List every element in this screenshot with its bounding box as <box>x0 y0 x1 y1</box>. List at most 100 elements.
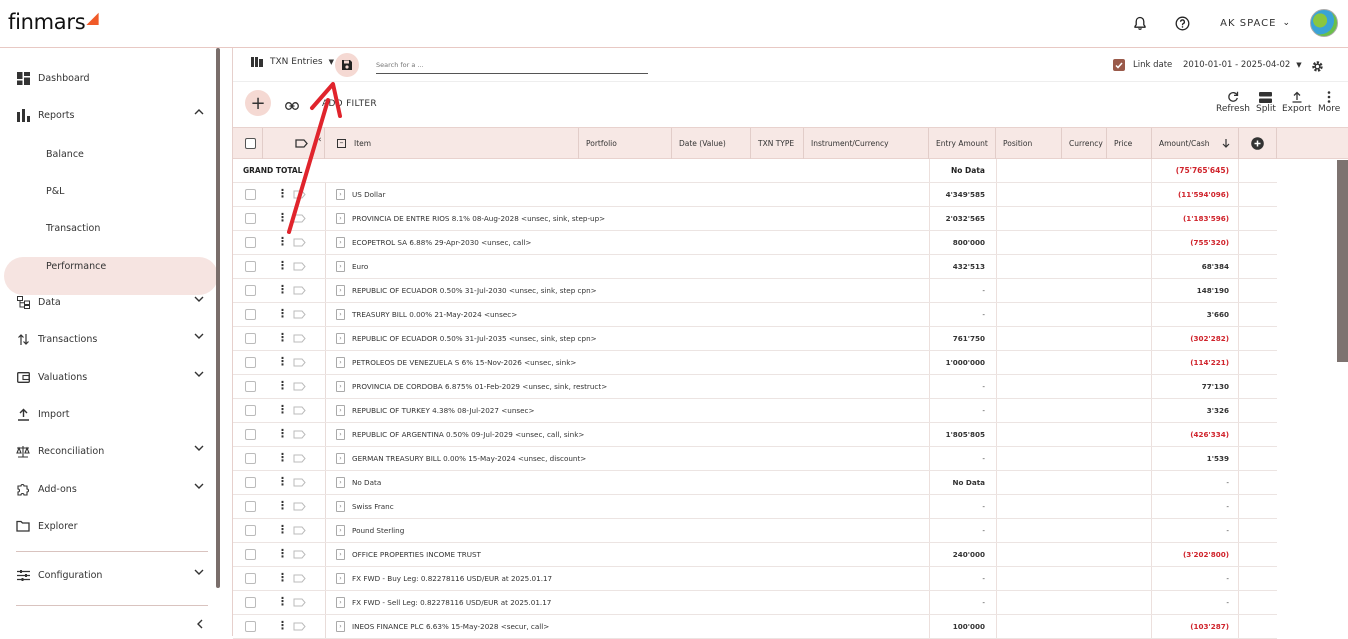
row-checkbox[interactable] <box>245 333 256 344</box>
row-checkbox[interactable] <box>245 597 256 608</box>
table-row[interactable]: ⋮ › TREASURY BILL 0.00% 21-May-2024 <unsec… <box>233 303 1277 327</box>
column-header-entry-amount[interactable]: Entry Amount <box>929 128 996 159</box>
row-checkbox[interactable] <box>245 309 256 320</box>
expand-row-icon[interactable]: › <box>336 213 345 224</box>
expand-row-icon[interactable]: › <box>336 309 345 320</box>
add-column-button[interactable] <box>1239 128 1277 159</box>
expand-row-icon[interactable]: › <box>336 573 345 584</box>
sidebar-item-import[interactable]: Import <box>0 396 216 432</box>
more-vert-icon[interactable]: ⋮ <box>277 427 288 441</box>
arrow-down-icon[interactable] <box>1222 138 1230 150</box>
space-selector[interactable]: AK SPACE <box>1220 18 1276 29</box>
tag-icon[interactable] <box>293 286 306 297</box>
link-icon[interactable] <box>285 95 299 114</box>
row-checkbox[interactable] <box>245 621 256 632</box>
sidebar-subitem-pnl[interactable]: P&L <box>46 186 64 197</box>
help-icon[interactable] <box>1170 11 1194 35</box>
more-vert-icon[interactable]: ⋮ <box>277 523 288 537</box>
finmars-logo[interactable]: finmars◢ <box>8 8 99 34</box>
bell-icon[interactable] <box>1128 11 1152 35</box>
more-vert-icon[interactable]: ⋮ <box>277 547 288 561</box>
table-row[interactable]: ⋮ › No Data No Data - <box>233 471 1277 495</box>
sidebar-item-reconciliation[interactable]: Reconciliation <box>0 433 216 469</box>
chevron-left-icon[interactable]: ‹ <box>318 135 322 145</box>
avatar[interactable] <box>1310 9 1338 37</box>
row-checkbox[interactable] <box>245 237 256 248</box>
more-vert-icon[interactable]: ⋮ <box>277 403 288 417</box>
sidebar-item-configuration[interactable]: Configuration <box>0 557 216 593</box>
expand-row-icon[interactable]: › <box>336 477 345 488</box>
expand-row-icon[interactable]: › <box>336 549 345 560</box>
save-layout-button[interactable] <box>335 53 359 77</box>
tag-icon[interactable] <box>293 214 306 225</box>
tag-icon[interactable] <box>293 478 306 489</box>
date-range-selector[interactable]: 2010-01-01 - 2025-04-02 ▼ <box>1183 60 1302 70</box>
expand-row-icon[interactable]: › <box>336 597 345 608</box>
expand-row-icon[interactable]: › <box>336 237 345 248</box>
tag-icon[interactable] <box>293 190 306 201</box>
table-row[interactable]: ⋮ › Swiss Franc - - <box>233 495 1277 519</box>
add-button[interactable]: + <box>245 90 271 116</box>
layout-selector[interactable]: TXN Entries ▼ <box>251 57 334 67</box>
refresh-button[interactable]: Refresh <box>1216 90 1250 114</box>
sidebar-subitem-transaction[interactable]: Transaction <box>46 223 100 234</box>
search-input[interactable] <box>376 57 648 74</box>
split-button[interactable]: Split <box>1256 90 1276 114</box>
tag-icon[interactable] <box>293 550 306 561</box>
row-checkbox[interactable] <box>245 285 256 296</box>
row-checkbox[interactable] <box>245 453 256 464</box>
column-header-date[interactable]: Date (Value) <box>672 128 751 159</box>
table-row[interactable]: ⋮ › REPUBLIC OF ECUADOR 0.50% 31-Jul-2030 … <box>233 279 1277 303</box>
sidebar-item-data[interactable]: Data <box>0 284 216 320</box>
table-row[interactable]: ⋮ › INEOS FINANCE PLC 6.63% 15-May-2028 <s… <box>233 615 1277 639</box>
tag-icon[interactable] <box>293 382 306 393</box>
gear-icon[interactable] <box>1311 58 1324 77</box>
table-row[interactable]: ⋮ › REPUBLIC OF ECUADOR 0.50% 31-Jul-2035 … <box>233 327 1277 351</box>
row-checkbox[interactable] <box>245 261 256 272</box>
sidebar-item-reports[interactable]: Reports <box>0 97 216 133</box>
more-vert-icon[interactable]: ⋮ <box>277 475 288 489</box>
tag-icon[interactable] <box>293 310 306 321</box>
column-header-txn-type[interactable]: TXN TYPE <box>751 128 804 159</box>
column-header-price[interactable]: Price <box>1107 128 1152 159</box>
more-vert-icon[interactable]: ⋮ <box>277 331 288 345</box>
tag-icon[interactable] <box>293 262 306 273</box>
row-checkbox[interactable] <box>245 381 256 392</box>
table-row[interactable]: ⋮ › FX FWD - Sell Leg: 0.82278116 USD/EUR … <box>233 591 1277 615</box>
column-header-amount-cash[interactable]: Amount/Cash <box>1152 128 1239 159</box>
link-date-toggle[interactable]: Link date <box>1113 59 1172 71</box>
collapse-sidebar-icon[interactable] <box>196 614 204 633</box>
table-row[interactable]: ⋮ › PROVINCIA DE ENTRE RIOS 8.1% 08-Aug-20… <box>233 207 1277 231</box>
table-row[interactable]: ⋮ › US Dollar 4'349'585 (11'594'096) <box>233 183 1277 207</box>
tag-icon[interactable] <box>293 334 306 345</box>
expand-row-icon[interactable]: › <box>336 405 345 416</box>
table-row[interactable]: ⋮ › Euro 432'513 68'384 <box>233 255 1277 279</box>
table-row[interactable]: ⋮ › PETROLEOS DE VENEZUELA S 6% 15-Nov-202… <box>233 351 1277 375</box>
expand-row-icon[interactable]: › <box>336 381 345 392</box>
column-header-position[interactable]: Position <box>996 128 1062 159</box>
more-button[interactable]: More <box>1318 90 1340 114</box>
table-scrollbar[interactable] <box>1337 160 1348 362</box>
chevron-down-icon[interactable]: ⌄ <box>1282 18 1290 28</box>
expand-row-icon[interactable]: › <box>336 453 345 464</box>
row-checkbox[interactable] <box>245 477 256 488</box>
export-button[interactable]: Export <box>1282 90 1311 114</box>
more-vert-icon[interactable]: ⋮ <box>277 283 288 297</box>
more-vert-icon[interactable]: ⋮ <box>277 259 288 273</box>
row-checkbox[interactable] <box>245 501 256 512</box>
more-vert-icon[interactable]: ⋮ <box>277 307 288 321</box>
table-row[interactable]: ⋮ › REPUBLIC OF TURKEY 4.38% 08-Jul-2027 <… <box>233 399 1277 423</box>
expand-row-icon[interactable]: › <box>336 261 345 272</box>
sidebar-item-explorer[interactable]: Explorer <box>0 508 216 544</box>
row-checkbox[interactable] <box>245 525 256 536</box>
column-header-portfolio[interactable]: Portfolio <box>579 128 672 159</box>
tag-icon[interactable] <box>293 406 306 417</box>
tag-icon[interactable] <box>293 430 306 441</box>
tag-icon[interactable] <box>293 358 306 369</box>
tag-icon[interactable] <box>293 622 306 633</box>
table-row[interactable]: ⋮ › ECOPETROL SA 6.88% 29-Apr-2030 <unsec,… <box>233 231 1277 255</box>
expand-row-icon[interactable]: › <box>336 189 345 200</box>
sidebar-item-addons[interactable]: Add-ons <box>0 471 216 507</box>
more-vert-icon[interactable]: ⋮ <box>277 595 288 609</box>
more-vert-icon[interactable]: ⋮ <box>277 619 288 633</box>
